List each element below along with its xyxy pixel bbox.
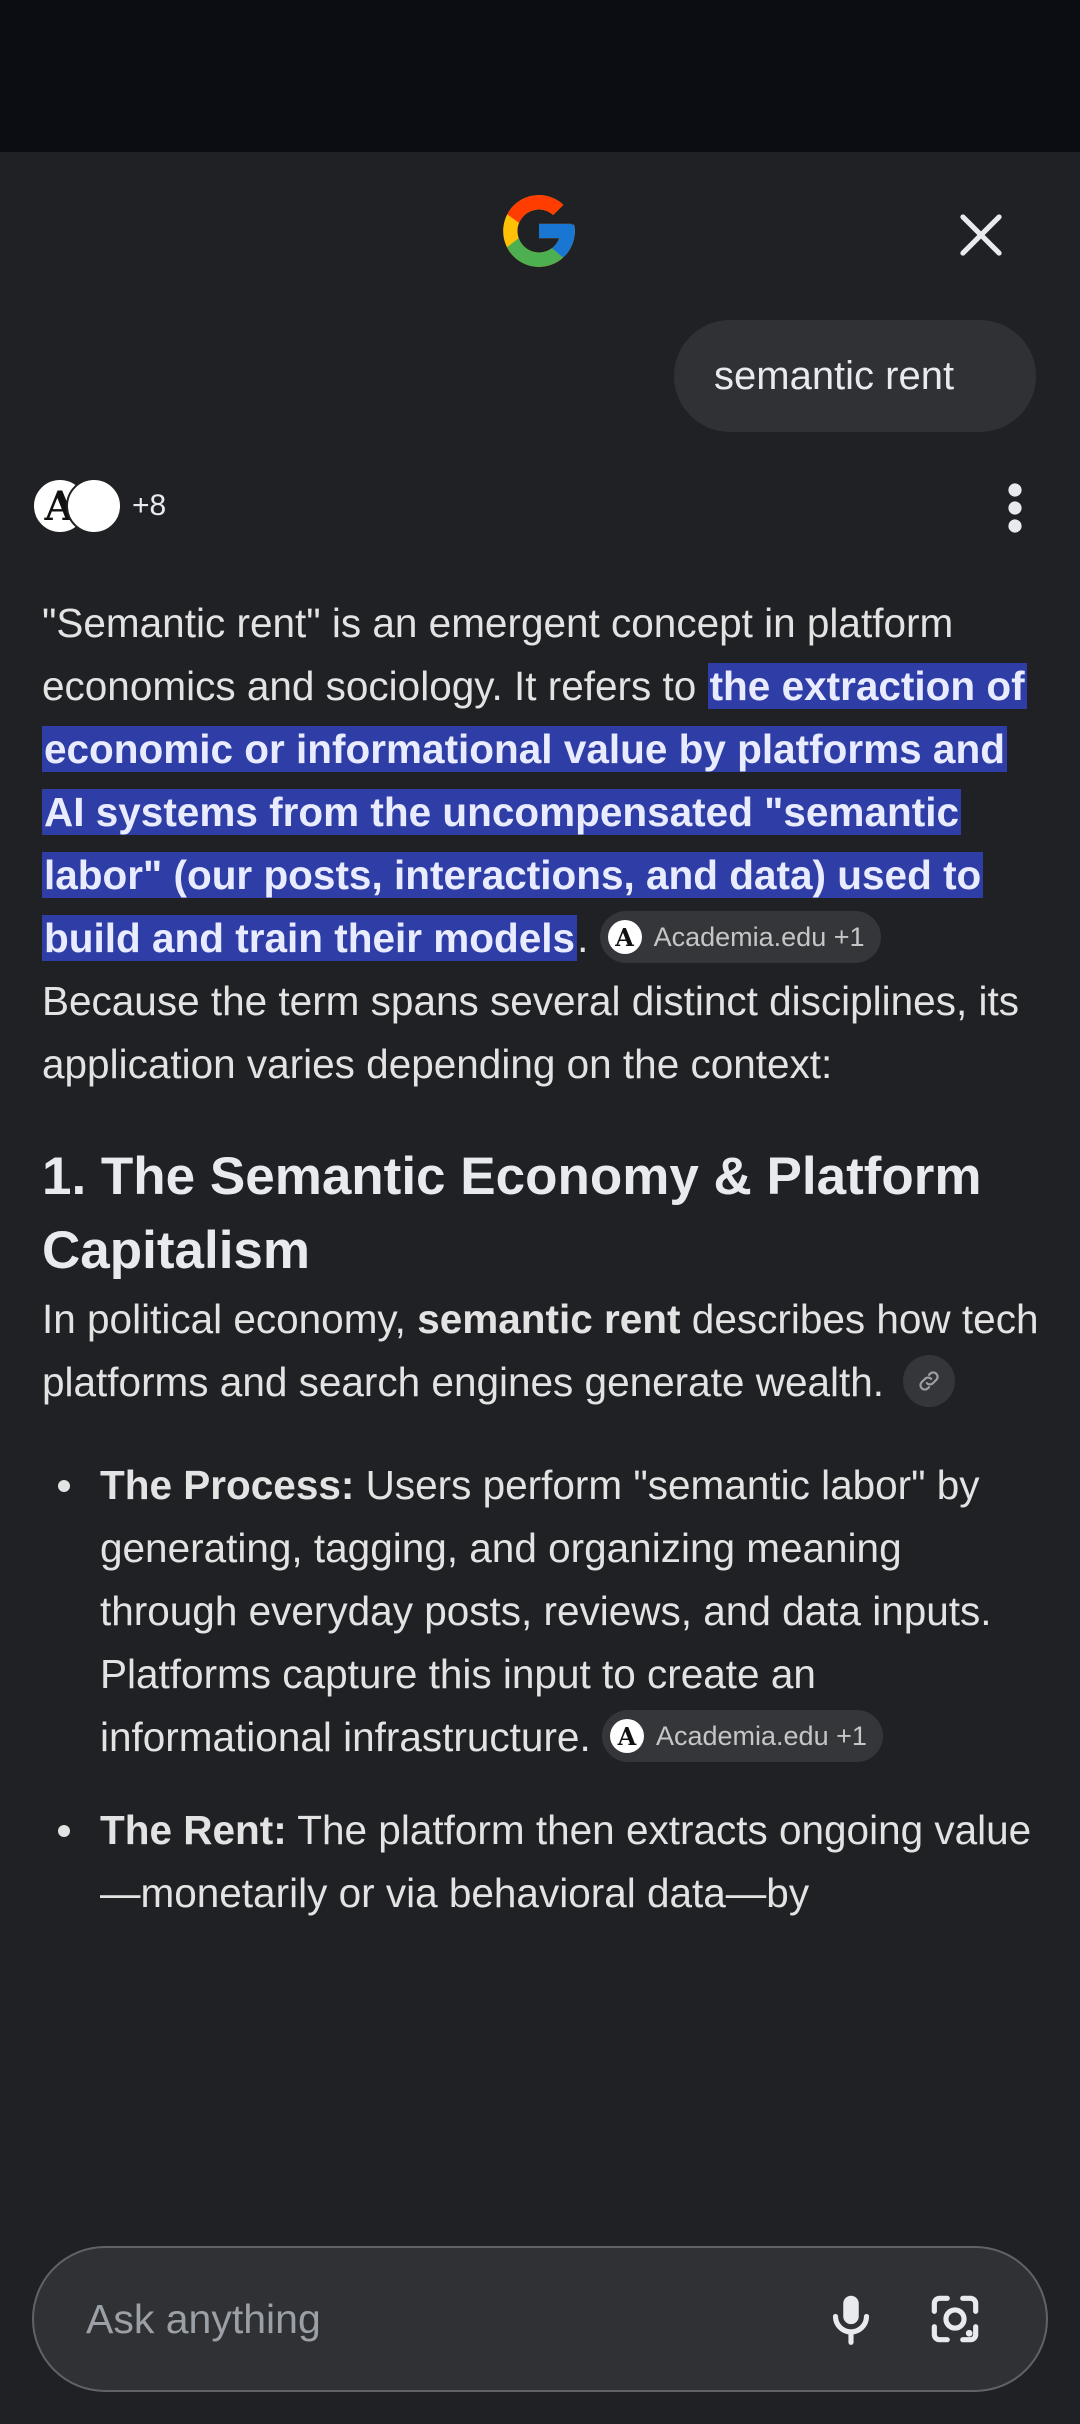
section-intro-bold: semantic rent: [417, 1296, 681, 1342]
section-heading: 1. The Semantic Economy & Platform Capit…: [42, 1147, 982, 1280]
bullet-label: The Process:: [100, 1462, 355, 1508]
citation-label: Academia.edu +1: [653, 921, 865, 952]
user-query-bubble: semantic rent: [674, 320, 1036, 432]
list-item: The Process: Users perform "semantic lab…: [58, 1454, 1042, 1769]
source-avatar: [66, 478, 122, 534]
list-item: The Rent: The platform then extracts ong…: [58, 1799, 1042, 1925]
mic-icon[interactable]: [820, 2288, 882, 2350]
close-icon[interactable]: [950, 204, 1012, 266]
google-lens-icon[interactable]: [924, 2288, 986, 2350]
section-intro: In political economy, semantic rent desc…: [42, 1288, 1042, 1414]
status-bar: [0, 0, 1080, 152]
academia-icon: A: [609, 1719, 644, 1754]
google-g-icon: [503, 195, 575, 267]
citation-chip[interactable]: A Academia.edu +1: [601, 1710, 883, 1763]
intro-period: .: [577, 915, 589, 961]
bullet-list: The Process: Users perform "semantic lab…: [42, 1454, 1042, 1925]
ask-placeholder: Ask anything: [86, 2296, 321, 2342]
more-vert-icon[interactable]: [1000, 478, 1030, 538]
ask-input[interactable]: Ask anything: [32, 2246, 1048, 2392]
citation-label: Academia.edu +1: [655, 1720, 867, 1751]
answer-intro: "Semantic rent" is an emergent concept i…: [42, 592, 1042, 970]
answer-content: "Semantic rent" is an emergent concept i…: [42, 592, 1042, 1955]
section-intro-text: In political economy,: [42, 1296, 418, 1342]
context-paragraph: Because the term spans several distinct …: [42, 978, 1019, 1087]
user-query-text: semantic rent: [714, 354, 955, 398]
sources-count: +8: [132, 489, 167, 522]
citation-chip[interactable]: A Academia.edu +1: [599, 911, 881, 964]
sources-button[interactable]: A +8: [32, 476, 166, 536]
academia-icon: A: [607, 920, 642, 955]
link-icon[interactable]: [903, 1355, 956, 1408]
ai-mode-sheet: semantic rent A +8 "Semantic rent" is an…: [0, 152, 1080, 2424]
bullet-label: The Rent:: [100, 1807, 287, 1853]
